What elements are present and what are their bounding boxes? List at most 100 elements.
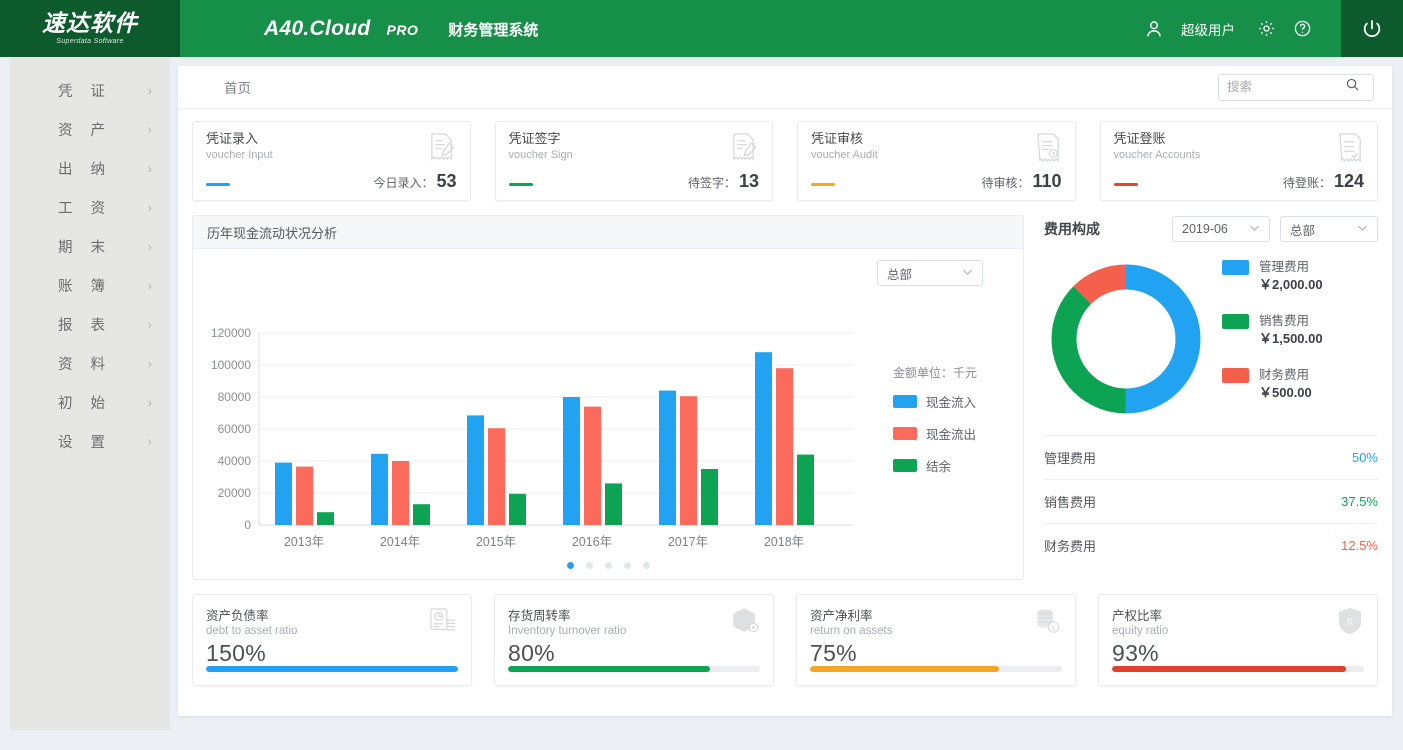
- sidebar-item-salary[interactable]: 工 资 ›: [10, 188, 170, 227]
- legend-label: 销售费用: [1259, 312, 1323, 330]
- brand-name: A40.Cloud: [264, 17, 371, 41]
- breadcrumb[interactable]: 首页: [224, 77, 251, 97]
- svg-text:2017年: 2017年: [668, 535, 708, 549]
- carousel-dots: [193, 562, 1023, 569]
- expense-legend-item-sales[interactable]: 销售费用 ￥1,500.00: [1222, 312, 1323, 349]
- legend-item-balance[interactable]: 结余: [893, 456, 977, 475]
- username-label[interactable]: 超级用户: [1181, 19, 1235, 39]
- carousel-dot[interactable]: [586, 562, 593, 569]
- sidebar-item-label: 报 表: [58, 314, 112, 335]
- sidebar-item-label: 出 纳: [58, 158, 112, 179]
- search-box[interactable]: [1218, 74, 1374, 101]
- legend-unit-label: 金额单位：千元: [893, 364, 977, 381]
- ratio-card-equity-ratio[interactable]: 产权比率 equity ratio 93% R: [1098, 594, 1378, 686]
- card-accent-bar: [1114, 183, 1138, 186]
- sidebar-item-voucher[interactable]: 凭 证 ›: [10, 71, 170, 110]
- ratio-card-return-on-assets[interactable]: 资产净利率 return on assets 75% ￥: [796, 594, 1076, 686]
- cube-box-icon: [731, 607, 759, 640]
- card-accent-bar: [811, 183, 835, 186]
- sidebar-item-assets[interactable]: 资 产 ›: [10, 110, 170, 149]
- card-subtitle: voucher Input: [206, 149, 457, 161]
- progress-fill: [206, 666, 458, 672]
- ratio-card-row: 资产负债率 debt to asset ratio 150% 存货周转率: [192, 594, 1378, 686]
- card-accent-bar: [206, 183, 230, 186]
- help-icon[interactable]: [1289, 16, 1315, 42]
- expense-period-select[interactable]: 2019-06: [1172, 216, 1270, 242]
- carousel-dot[interactable]: [605, 562, 612, 569]
- svg-text:0: 0: [244, 518, 251, 532]
- card-title: 产权比率: [1112, 605, 1364, 624]
- carousel-dot[interactable]: [567, 562, 574, 569]
- sidebar-item-initial[interactable]: 初 始 ›: [10, 383, 170, 422]
- voucher-card-accounts[interactable]: 凭证登账 voucher Accounts 待登账： 124: [1100, 121, 1379, 201]
- svg-text:60000: 60000: [218, 422, 252, 436]
- svg-text:R: R: [1347, 617, 1354, 628]
- legend-text: 财务费用 ￥500.00: [1259, 366, 1312, 403]
- card-stat-value: 13: [739, 171, 759, 192]
- percent-label: 销售费用: [1044, 492, 1096, 511]
- sidebar: 凭 证 › 资 产 › 出 纳 › 工 资 › 期 末 › 账 簿 › 报 表 …: [10, 57, 170, 730]
- carousel-dot[interactable]: [624, 562, 631, 569]
- svg-text:￥: ￥: [1050, 623, 1057, 632]
- voucher-card-sign[interactable]: 凭证签字 voucher Sign 待签字： 13: [495, 121, 774, 201]
- legend-label: 管理费用: [1259, 258, 1323, 276]
- chevron-right-icon: ›: [148, 278, 152, 293]
- expense-legend-item-management[interactable]: 管理费用 ￥2,000.00: [1222, 258, 1323, 295]
- sidebar-item-period-end[interactable]: 期 末 ›: [10, 227, 170, 266]
- legend-label: 现金流出: [926, 424, 976, 443]
- expense-percent-row-management: 管理费用 50%: [1044, 435, 1378, 479]
- search-icon[interactable]: [1345, 77, 1360, 97]
- carousel-dot[interactable]: [643, 562, 650, 569]
- legend-text: 管理费用 ￥2,000.00: [1259, 258, 1323, 295]
- gear-icon[interactable]: [1253, 16, 1279, 42]
- svg-text:80000: 80000: [218, 390, 252, 404]
- user-icon[interactable]: [1139, 14, 1169, 44]
- brand-module-title: 财务管理系统: [448, 19, 538, 40]
- sidebar-item-cashier[interactable]: 出 纳 ›: [10, 149, 170, 188]
- card-stat: 待签字： 13: [688, 171, 759, 192]
- legend-item-outflow[interactable]: 现金流出: [893, 424, 977, 443]
- card-value: 150%: [206, 640, 458, 667]
- search-input[interactable]: [1227, 80, 1345, 94]
- card-title: 存货周转率: [508, 605, 760, 624]
- legend-swatch: [893, 395, 917, 408]
- card-subtitle: Inventory turnover ratio: [508, 625, 760, 637]
- chevron-right-icon: ›: [148, 434, 152, 449]
- percent-value: 12.5%: [1341, 538, 1378, 553]
- expense-donut-area: 管理费用 ￥2,000.00 销售费用 ￥1,500.00: [1044, 257, 1378, 421]
- card-title: 凭证审核: [811, 131, 1062, 147]
- voucher-card-audit[interactable]: 凭证审核 voucher Audit 待审核： 110: [797, 121, 1076, 201]
- select-value: 总部: [1290, 220, 1315, 239]
- percent-value: 37.5%: [1341, 494, 1378, 509]
- sidebar-item-reports[interactable]: 报 表 ›: [10, 305, 170, 344]
- card-value: 80%: [508, 640, 760, 667]
- progress-fill: [1112, 666, 1346, 672]
- card-accent-bar: [509, 183, 533, 186]
- sidebar-item-label: 资 产: [58, 119, 112, 140]
- card-stat-label: 今日录入：: [373, 174, 433, 191]
- card-stat: 今日录入： 53: [373, 171, 456, 192]
- voucher-card-input[interactable]: 凭证录入 voucher Input 今日录入： 53: [192, 121, 471, 201]
- card-stat-label: 待登账：: [1283, 174, 1331, 191]
- dashboard-body: 凭证录入 voucher Input 今日录入： 53 凭证签字 vo: [178, 109, 1392, 686]
- mid-row: 历年现金流动状况分析 总部: [192, 215, 1378, 580]
- card-subtitle: return on assets: [810, 625, 1062, 637]
- sidebar-item-settings[interactable]: 设 置 ›: [10, 422, 170, 461]
- app-logo[interactable]: 速达软件 Superdata Software: [0, 0, 180, 57]
- sidebar-item-ledger[interactable]: 账 簿 ›: [10, 266, 170, 305]
- legend-item-inflow[interactable]: 现金流入: [893, 392, 977, 411]
- card-title: 资产净利率: [810, 605, 1062, 624]
- ratio-card-debt-to-asset[interactable]: 资产负债率 debt to asset ratio 150%: [192, 594, 472, 686]
- sidebar-item-label: 工 资: [58, 197, 112, 218]
- expense-legend-item-finance[interactable]: 财务费用 ￥500.00: [1222, 366, 1323, 403]
- card-subtitle: voucher Sign: [509, 149, 760, 161]
- legend-swatch: [1222, 368, 1249, 383]
- expense-dept-select[interactable]: 总部: [1280, 216, 1378, 242]
- ratio-card-inventory-turnover[interactable]: 存货周转率 Inventory turnover ratio 80%: [494, 594, 774, 686]
- card-stat-value: 110: [1032, 171, 1061, 192]
- power-button[interactable]: [1341, 0, 1403, 57]
- sidebar-item-data[interactable]: 资 料 ›: [10, 344, 170, 383]
- percent-label: 财务费用: [1044, 536, 1096, 555]
- svg-text:2015年: 2015年: [476, 535, 516, 549]
- card-stat-value: 53: [436, 171, 456, 192]
